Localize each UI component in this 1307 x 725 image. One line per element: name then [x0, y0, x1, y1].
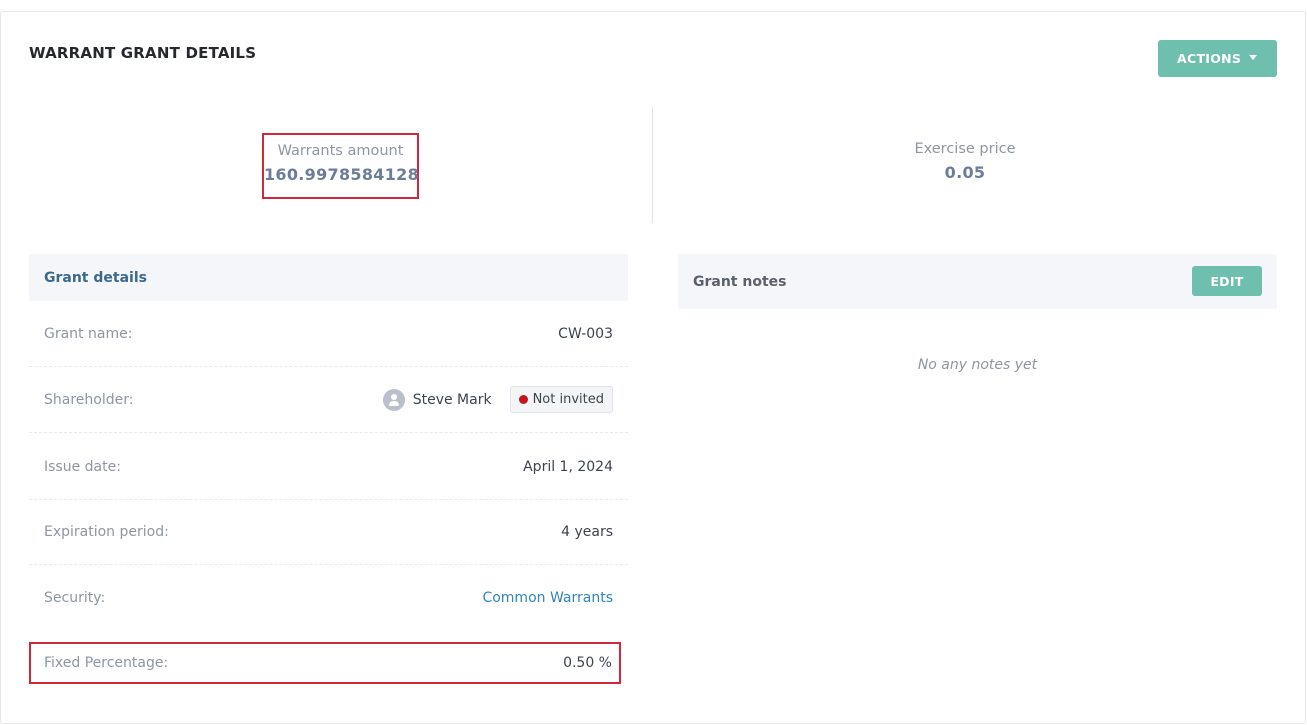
shareholder-row: Shareholder: Steve Mark Not invited — [29, 367, 628, 433]
expiration-period-label: Expiration period: — [44, 523, 169, 540]
shareholder-label: Shareholder: — [44, 391, 134, 408]
shareholder-name[interactable]: Steve Mark — [413, 392, 492, 408]
security-link[interactable]: Common Warrants — [482, 590, 613, 606]
warrants-amount-label: Warrants amount — [277, 143, 404, 159]
security-label: Security: — [44, 590, 106, 606]
empty-notes-message: No any notes yet — [917, 357, 1038, 373]
exercise-price-stat: Exercise price 0.05 — [880, 141, 1050, 182]
grant-details-header: Grant details — [29, 254, 628, 301]
issue-date-value: April 1, 2024 — [523, 458, 613, 475]
grant-name-label: Grant name: — [44, 325, 133, 342]
issue-date-row: Issue date: April 1, 2024 — [29, 434, 628, 500]
grant-details-title: Grant details — [44, 269, 147, 286]
expiration-period-value: 4 years — [561, 523, 613, 540]
grant-name-row: Grant name: CW-003 — [29, 301, 628, 367]
stat-divider — [652, 107, 653, 223]
actions-button-label: ACTIONS — [1177, 51, 1242, 66]
status-badge: Not invited — [509, 386, 613, 413]
status-dot-icon — [518, 395, 528, 404]
grant-name-value: CW-003 — [558, 325, 613, 342]
grant-notes-header: Grant notes EDIT — [678, 254, 1277, 309]
user-avatar-icon — [382, 388, 405, 411]
exercise-price-value: 0.05 — [944, 163, 986, 182]
status-badge-label: Not invited — [532, 392, 604, 407]
fixed-percentage-row: Fixed Percentage: 0.50 % — [29, 642, 621, 684]
shareholder-info: Steve Mark Not invited — [382, 386, 613, 413]
security-row: Security: Common Warrants — [29, 565, 628, 631]
fixed-percentage-value: 0.50 % — [563, 655, 612, 671]
warrants-amount-value: 160.9978584128 — [264, 165, 420, 184]
exercise-price-label: Exercise price — [914, 141, 1016, 157]
caret-down-icon — [1249, 55, 1257, 60]
edit-notes-button[interactable]: EDIT — [1192, 266, 1262, 296]
page-title: WARRANT GRANT DETAILS — [29, 44, 257, 62]
issue-date-label: Issue date: — [44, 458, 121, 475]
grant-notes-title: Grant notes — [693, 273, 787, 290]
actions-button[interactable]: ACTIONS — [1158, 40, 1277, 77]
fixed-percentage-label: Fixed Percentage: — [44, 655, 169, 671]
expiration-period-row: Expiration period: 4 years — [29, 499, 628, 565]
warrants-amount-stat: Warrants amount 160.9978584128 — [262, 133, 419, 199]
